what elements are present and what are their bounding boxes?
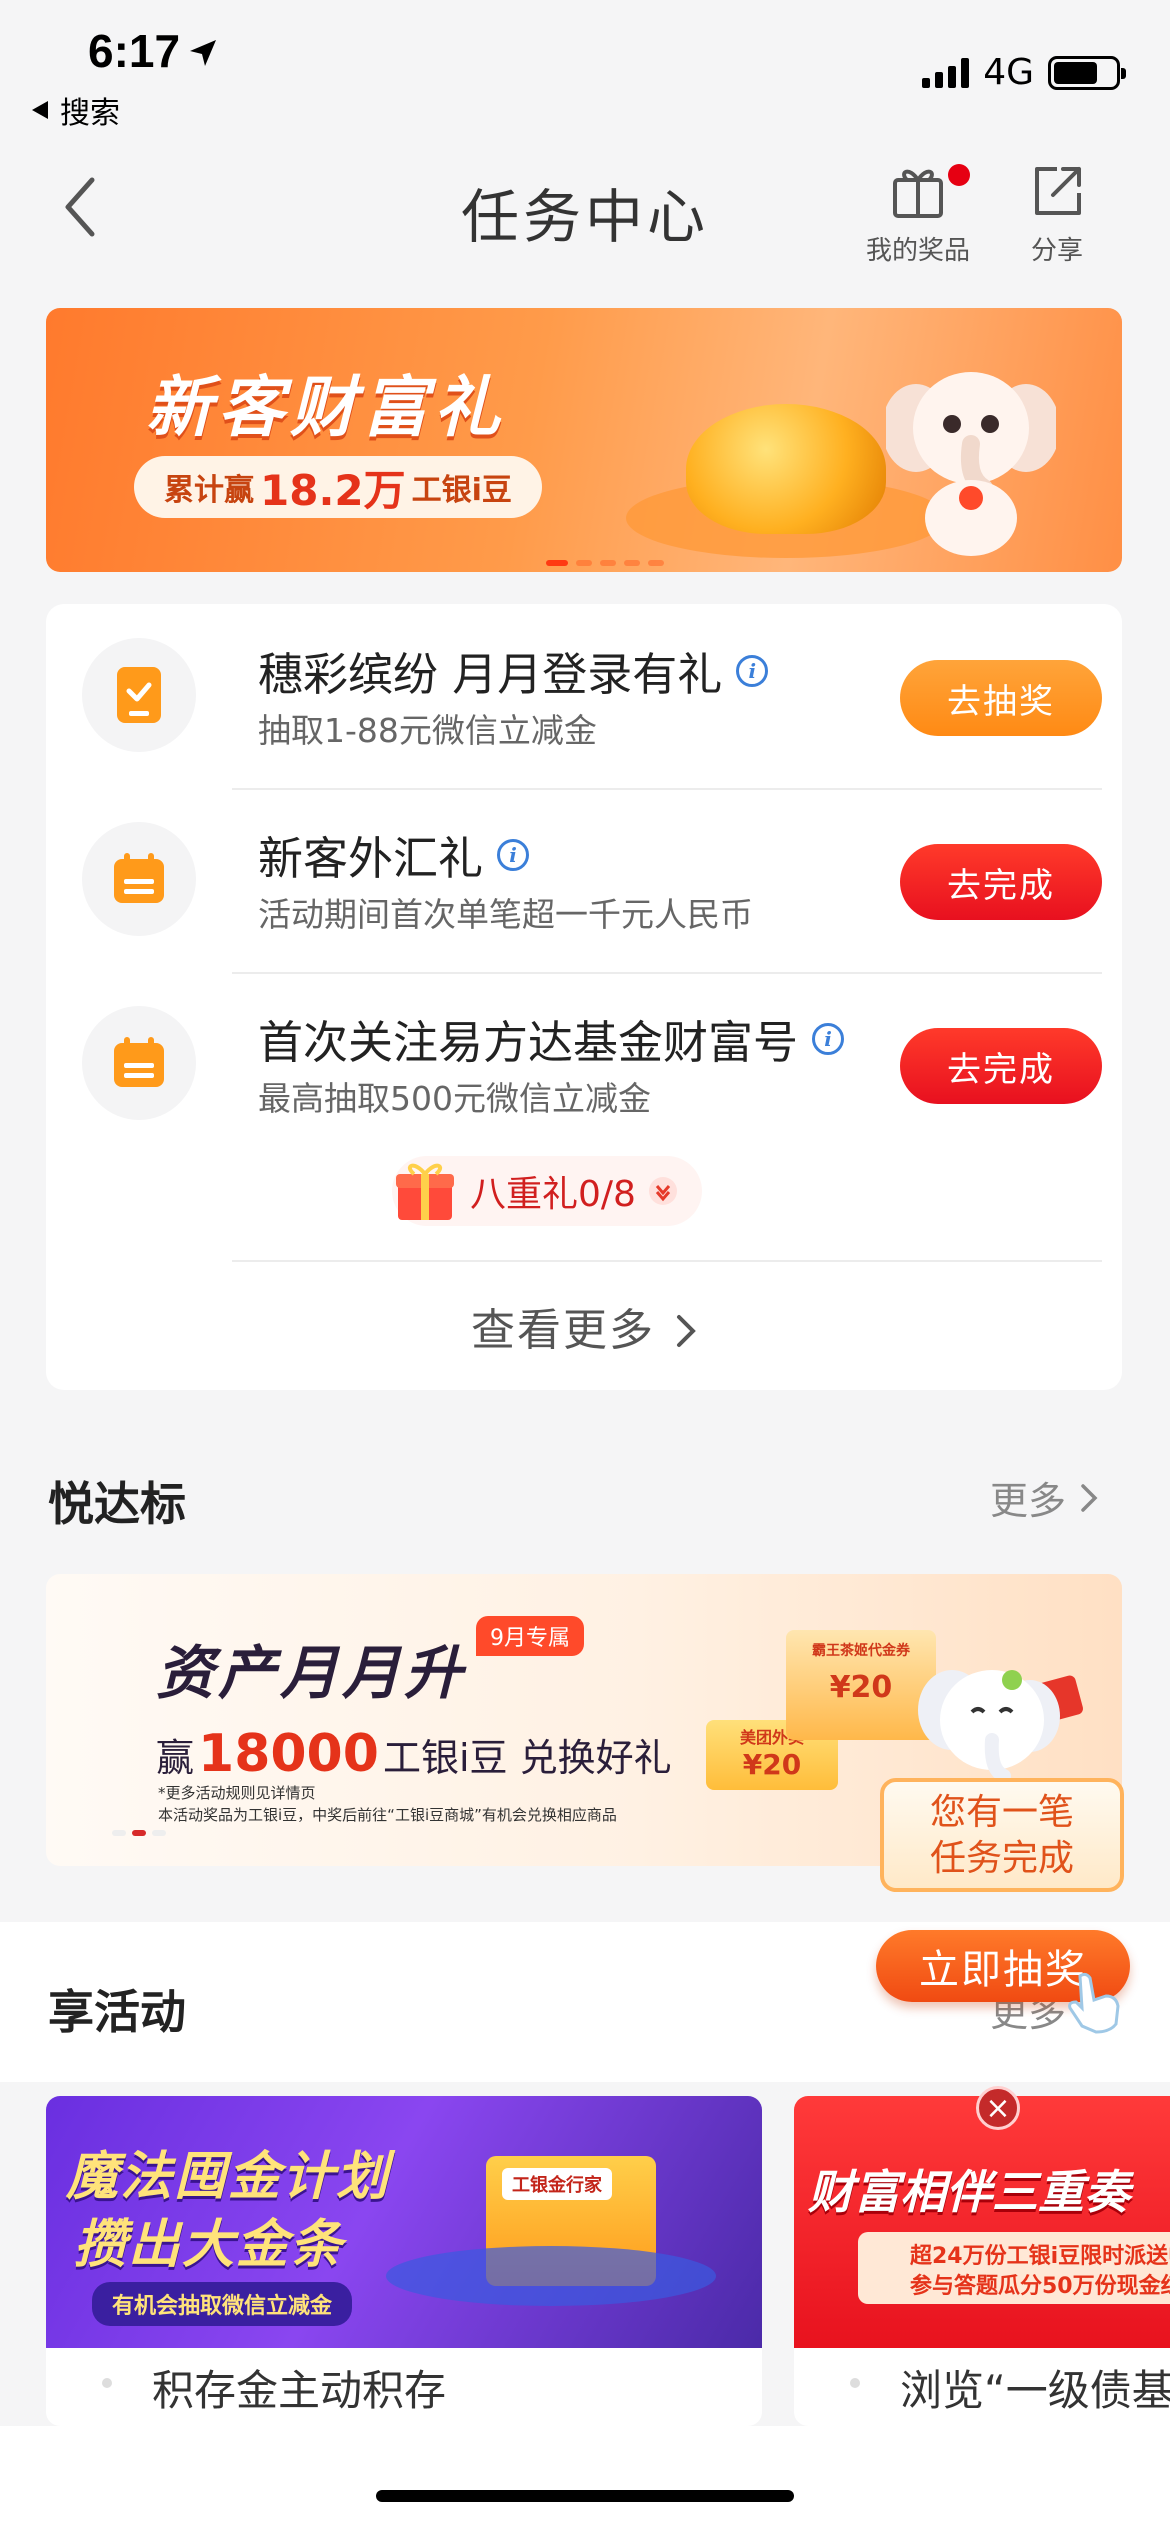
yueda-note-2: 本活动奖品为工银i豆，中奖后前往“工银i豆商城”有机会兑换相应商品 (158, 1806, 617, 1824)
task-row: 首次关注易方达基金财富号 i 最高抽取500元微信立减金 去完成 (46, 972, 1122, 1156)
chevron-right-icon (1081, 1483, 1098, 1512)
activity-image: 魔法囤金计划 攒出大金条 有机会抽取微信立减金 工银金行家 (46, 2096, 762, 2348)
task-title: 首次关注易方达基金财富号 i (258, 1006, 845, 1071)
september-tag: 9月专属 (476, 1616, 584, 1656)
hero-title: 新客财富礼 (146, 369, 506, 446)
back-triangle-icon (32, 101, 48, 119)
task-icon (82, 638, 196, 752)
bottom-safe-area (0, 2426, 1170, 2532)
task-title: 新客外汇礼 i (258, 822, 530, 887)
calendar-icon (114, 853, 164, 903)
signal-icon (922, 57, 970, 88)
hero-amount: 18.2万 (260, 465, 406, 515)
my-prizes-label: 我的奖品 (865, 236, 970, 266)
my-prizes-button[interactable]: 我的奖品 (860, 160, 976, 267)
close-icon[interactable]: × (976, 2086, 1020, 2130)
chevron-down-icon (648, 1177, 677, 1205)
battery-icon (1048, 55, 1126, 90)
activity-line-2: 参与答题瓜分50万份现金红包 (910, 2274, 1170, 2299)
win-prefix: 赢 (156, 1736, 195, 1780)
task-icon (82, 1006, 196, 1120)
new-customer-banner[interactable]: 新客财富礼 累计赢 18.2万 工银i豆 (46, 308, 1122, 572)
activity-badge: 工银金行家 (502, 2168, 612, 2200)
page-title: 任务中心 (460, 183, 709, 251)
hand-pointer-icon (1068, 1972, 1120, 2034)
yueda-more-link[interactable]: 更多 (990, 1470, 1098, 1525)
hero-suffix: 工银i豆 (411, 473, 512, 508)
complete-task-button[interactable]: 去完成 (900, 1028, 1102, 1104)
more-label: 更多 (990, 1479, 1067, 1523)
stage-decoration (386, 2246, 716, 2306)
activity-subtitle: 攒出大金条 (74, 2215, 345, 2275)
section-title-activities: 享活动 (48, 1985, 186, 2039)
divider (232, 1260, 1102, 1262)
task-row: 穗彩缤纷 月月登录有礼 i 抽取1-88元微信立减金 去抽奖 (46, 604, 1122, 788)
task-icon (82, 822, 196, 936)
status-back-link[interactable]: 搜索 (30, 88, 120, 132)
yueda-banner-title: 资产月月升 (156, 1639, 467, 1707)
complete-task-button[interactable]: 去完成 (900, 844, 1102, 920)
hero-carousel-dots (546, 560, 664, 566)
info-icon[interactable]: i (736, 654, 769, 687)
info-icon[interactable]: i (812, 1022, 845, 1055)
section-title-yueda: 悦达标 (48, 1477, 186, 1531)
activity-card[interactable]: 魔法囤金计划 攒出大金条 有机会抽取微信立减金 工银金行家 积存金主动积存 (46, 2096, 762, 2426)
activity-image: 财富相伴三重奏 超24万份工银i豆限时派送中 参与答题瓜分50万份现金红包 (794, 2096, 1170, 2348)
gift-icon (893, 169, 943, 218)
see-more-link[interactable]: 查看更多 (46, 1294, 1122, 1358)
yueda-carousel-dots (112, 1830, 166, 1836)
task-title-text: 穗彩缤纷 月月登录有礼 (258, 648, 723, 701)
phone-check-icon (117, 667, 161, 723)
task-complete-bubble[interactable]: 您有一笔 任务完成 (880, 1778, 1124, 1892)
task-subtitle: 抽取1-88元微信立减金 (258, 711, 597, 750)
status-time: 6:17 (88, 25, 181, 77)
task-row: 新客外汇礼 i 活动期间首次单笔超一千元人民币 去完成 (46, 788, 1122, 972)
activity-caption: 浏览“一级债基 (794, 2348, 1170, 2426)
activity-title: 魔法囤金计划 (66, 2147, 391, 2207)
status-back-label: 搜索 (60, 96, 120, 131)
task-title: 穗彩缤纷 月月登录有礼 i (258, 638, 769, 703)
calendar-icon (114, 1037, 164, 1087)
notification-dot (948, 164, 970, 186)
activity-title: 财富相伴三重奏 (808, 2165, 1130, 2219)
yueda-note-1: *更多活动规则见详情页 (158, 1784, 316, 1802)
activity-caption: 积存金主动积存 (46, 2348, 762, 2426)
home-indicator[interactable] (376, 2490, 794, 2502)
activity-pill: 有机会抽取微信立减金 (92, 2282, 353, 2326)
see-more-label: 查看更多 (471, 1305, 655, 1356)
hero-reward-pill: 累计赢 18.2万 工银i豆 (134, 456, 542, 518)
task-title-text: 首次关注易方达基金财富号 (258, 1016, 799, 1069)
network-label: 4G (983, 52, 1034, 93)
activity-card[interactable]: 财富相伴三重奏 超24万份工银i豆限时派送中 参与答题瓜分50万份现金红包 浏览… (794, 2096, 1170, 2426)
chevron-right-icon (677, 1315, 696, 1347)
task-title-text: 新客外汇礼 (258, 832, 484, 885)
elephant-mascot-icon (886, 372, 1056, 556)
eight-gifts-toggle[interactable]: 八重礼0/8 (392, 1156, 702, 1226)
win-suffix: 工银i豆 兑换好礼 (382, 1736, 672, 1780)
bubble-line-2: 任务完成 (929, 1838, 1074, 1879)
location-arrow-icon (190, 40, 216, 66)
status-indicators: 4G (922, 52, 1126, 93)
activity-line-1: 超24万份工银i豆限时派送中 (910, 2244, 1170, 2269)
info-icon[interactable]: i (497, 838, 530, 871)
win-amount: 18000 (198, 1724, 379, 1784)
gold-ingot-icon (686, 404, 886, 534)
bubble-line-1: 您有一笔 (929, 1792, 1074, 1833)
draw-lottery-button[interactable]: 去抽奖 (900, 660, 1102, 736)
gift-pill-label: 八重礼0/8 (470, 1174, 636, 1215)
yueda-banner-reward: 赢 18000 工银i豆 兑换好礼 (156, 1724, 672, 1784)
task-subtitle: 活动期间首次单笔超一千元人民币 (258, 895, 753, 934)
coupon-value: ¥20 (742, 1748, 802, 1781)
task-subtitle: 最高抽取500元微信立减金 (258, 1079, 651, 1118)
share-label: 分享 (1030, 236, 1083, 266)
hero-prefix: 累计赢 (164, 473, 254, 508)
share-button[interactable]: 分享 (1010, 160, 1104, 267)
share-icon (1035, 167, 1081, 215)
red-gift-icon (396, 1163, 454, 1220)
task-list-card: 穗彩缤纷 月月登录有礼 i 抽取1-88元微信立减金 去抽奖 新客外汇礼 i 活… (46, 604, 1122, 1390)
